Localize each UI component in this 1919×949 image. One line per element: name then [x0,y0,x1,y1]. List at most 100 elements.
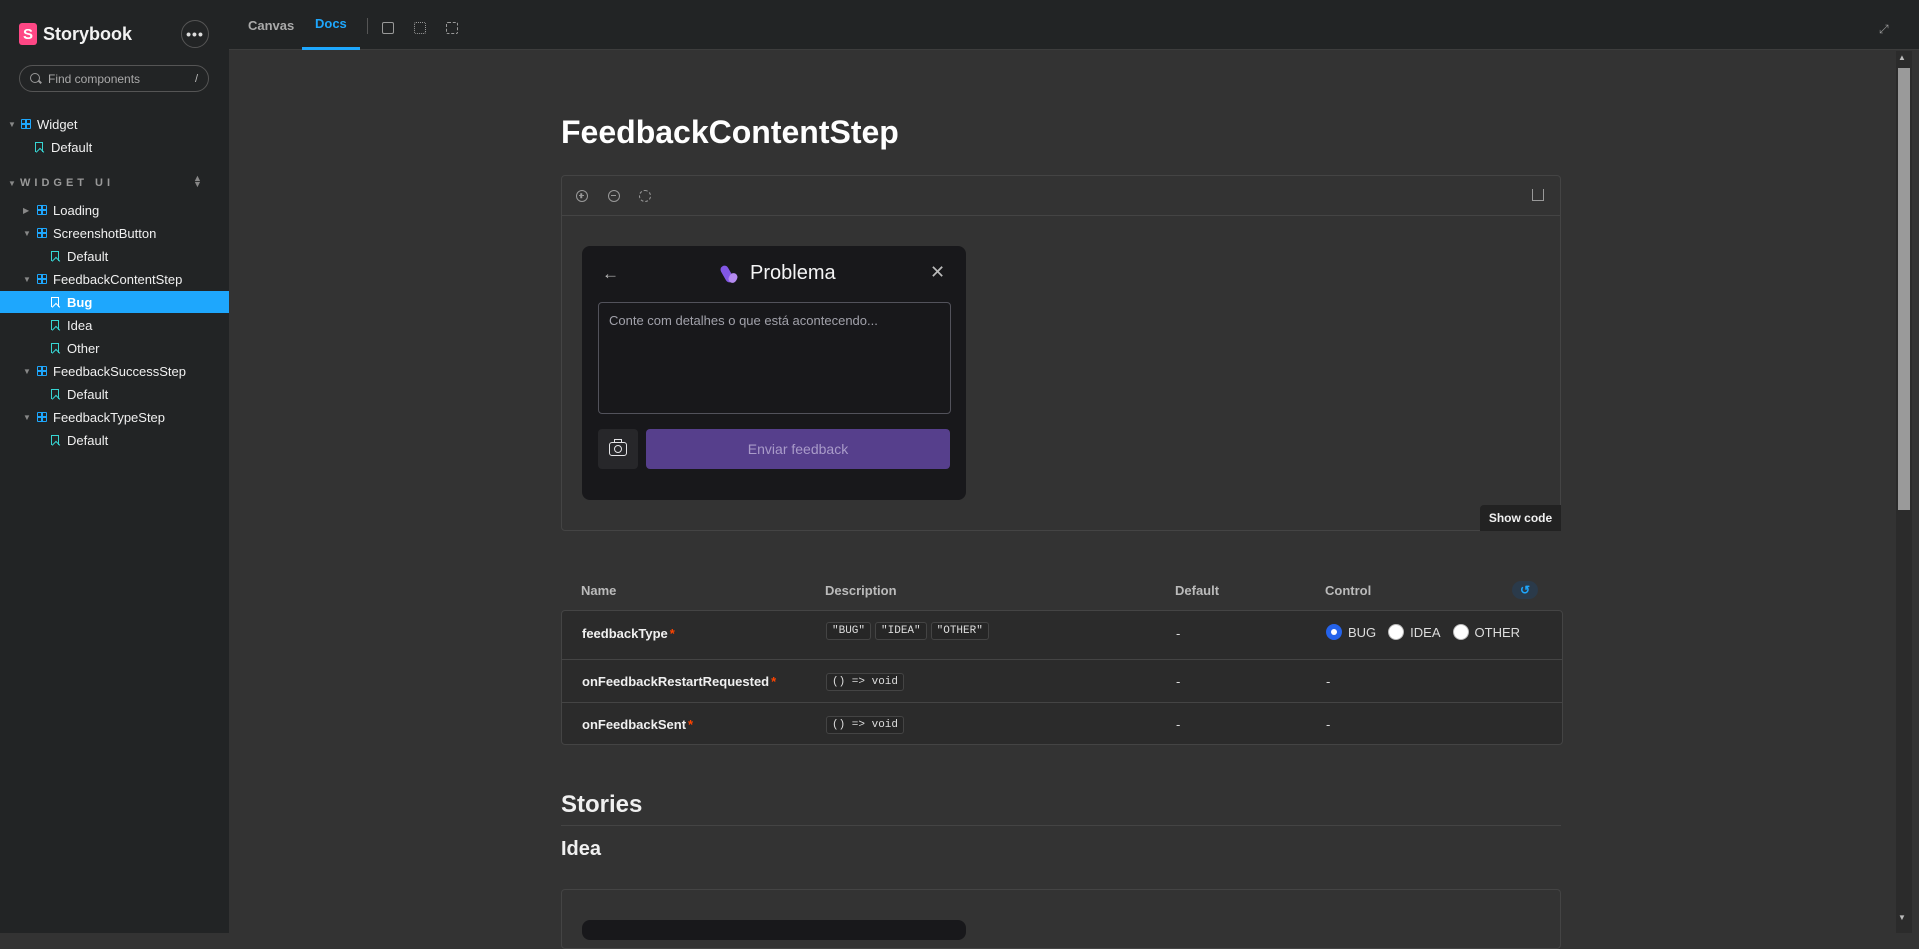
image-icon[interactable] [382,22,394,34]
sidebar-item-widget[interactable]: ▼ Widget [0,113,229,135]
prop-name: onFeedbackRestartRequested * [582,674,777,689]
table-row: feedbackType * "BUG" "IDEA" "OTHER" - BUG I… [562,611,1562,660]
bookmark-icon [51,435,59,445]
storybook-logo-icon: S [19,23,37,45]
props-table-header: Name Description Default Control ↺ [561,575,1563,611]
prop-description: "BUG" "IDEA" "OTHER" [826,621,993,640]
submit-feedback-button[interactable]: Enviar feedback [646,429,950,469]
scroll-up-icon[interactable]: ▲ [1898,53,1906,62]
sidebar-item-label: ScreenshotButton [53,225,157,241]
sidebar-item-idea[interactable]: Idea [0,314,229,336]
widget-title: Problema [720,262,836,285]
sidebar-item-label: Widget [37,116,78,132]
preview-toolbar [562,176,1560,216]
prop-description: () => void [826,672,908,691]
sidebar-item-feedbacktypestep[interactable]: ▼ FeedbackTypeStep [0,406,229,428]
search-input[interactable] [48,71,178,86]
page-title: FeedbackContentStep [561,114,899,150]
bug-icon [720,263,740,285]
search-shortcut: / [194,72,198,85]
group-label-text: WIDGET UI [20,177,115,189]
group-label[interactable]: ▼ WIDGET UI [8,177,114,189]
sidebar-item-bug[interactable]: Bug [0,291,229,313]
sidebar-item-label: FeedbackContentStep [53,271,183,287]
radio-bug[interactable] [1326,624,1342,640]
type-chip: "BUG" [826,622,872,640]
component-icon [37,228,47,238]
prop-control: - [1326,674,1331,689]
type-chip: "OTHER" [930,622,989,640]
sidebar-item-screenshotbutton-default[interactable]: Default [0,245,229,267]
chevron-down-icon[interactable]: ▼ [23,367,31,376]
radio-label: OTHER [1474,624,1521,640]
sidebar-item-label: Default [67,432,109,448]
chevron-down-icon[interactable]: ▼ [8,120,16,129]
search-icon [30,72,42,85]
arrow-left-icon[interactable]: ← [602,264,619,284]
toolbar-divider [367,18,368,34]
storybook-brand[interactable]: S Storybook [19,22,132,46]
stories-heading: Stories [561,791,643,818]
outline-icon[interactable] [446,22,458,34]
search-box[interactable]: / [19,65,209,92]
sidebar-item-widget-default[interactable]: Default [0,136,229,158]
prop-default: - [1176,717,1181,732]
table-row: onFeedbackSent * () => void - - [562,703,1562,745]
feedback-textarea[interactable] [598,302,951,414]
feedback-type-control: BUG IDEA OTHER [1326,624,1532,640]
sidebar-item-label: Idea [67,317,93,333]
chevron-down-icon[interactable]: ▼ [23,229,31,238]
reset-controls-button[interactable]: ↺ [1512,581,1538,599]
sidebar-item-feedbacktypestep-default[interactable]: Default [0,429,229,451]
expand-collapse-icon[interactable]: ▲ ▼ [193,174,202,189]
chevron-right-icon[interactable]: ▶ [23,206,31,215]
sidebar-item-other[interactable]: Other [0,337,229,359]
show-code-button[interactable]: Show code [1480,505,1561,531]
sidebar-item-label: Other [67,340,100,356]
zoom-in-icon[interactable] [576,190,588,202]
grid-icon[interactable] [414,22,426,34]
chevron-down-icon[interactable]: ▼ [23,275,31,284]
prop-default: - [1176,674,1181,689]
bookmark-icon [51,297,59,307]
zoom-out-icon[interactable] [608,190,620,202]
story-preview: ← Problema ✕ Enviar feedback Show code [561,175,1561,531]
divider [561,825,1561,826]
sidebar-item-label: Default [67,386,109,402]
scroll-down-icon[interactable]: ▼ [1898,913,1906,922]
type-chip: () => void [826,673,905,691]
tab-docs[interactable]: Docs [302,0,360,50]
radio-other[interactable] [1452,624,1469,640]
sidebar-item-label: FeedbackSuccessStep [53,363,186,379]
sidebar-item-label: FeedbackTypeStep [53,409,166,425]
tab-canvas[interactable]: Canvas [244,0,298,50]
close-icon[interactable]: ✕ [930,262,945,283]
zoom-reset-icon[interactable] [639,190,651,202]
screenshot-button[interactable] [598,429,638,469]
props-table: feedbackType * "BUG" "IDEA" "OTHER" - BUG I… [561,610,1563,745]
radio-idea[interactable] [1388,624,1405,640]
prop-control: - [1326,717,1331,732]
bookmark-icon [35,142,43,152]
sidebar-item-feedbackcontentstep[interactable]: ▼ FeedbackContentStep [0,268,229,290]
sidebar-item-label: Default [51,139,93,155]
sidebar-item-feedbacksuccessstep-default[interactable]: Default [0,383,229,405]
camera-icon [609,439,627,456]
fullscreen-icon[interactable]: ⤢ [1879,22,1891,36]
share-icon[interactable] [1532,189,1544,201]
widget-title-text: Problema [750,262,836,284]
sidebar-item-label: Loading [53,202,100,218]
component-icon [37,205,47,215]
sidebar-item-screenshotbutton[interactable]: ▼ ScreenshotButton [0,222,229,244]
scrollbar-thumb[interactable] [1898,68,1910,510]
header-control: Control [1325,583,1372,598]
sidebar-item-loading[interactable]: ▶ Loading [0,199,229,221]
table-row: onFeedbackRestartRequested * () => void -… [562,660,1562,703]
radio-label: IDEA [1410,624,1441,640]
more-options-button[interactable]: ••• [181,20,209,48]
bookmark-icon [51,251,59,261]
header-name: Name [581,583,617,598]
chevron-down-icon[interactable]: ▼ [23,413,31,422]
feedback-widget [582,920,966,940]
sidebar-item-feedbacksuccessstep[interactable]: ▼ FeedbackSuccessStep [0,360,229,382]
